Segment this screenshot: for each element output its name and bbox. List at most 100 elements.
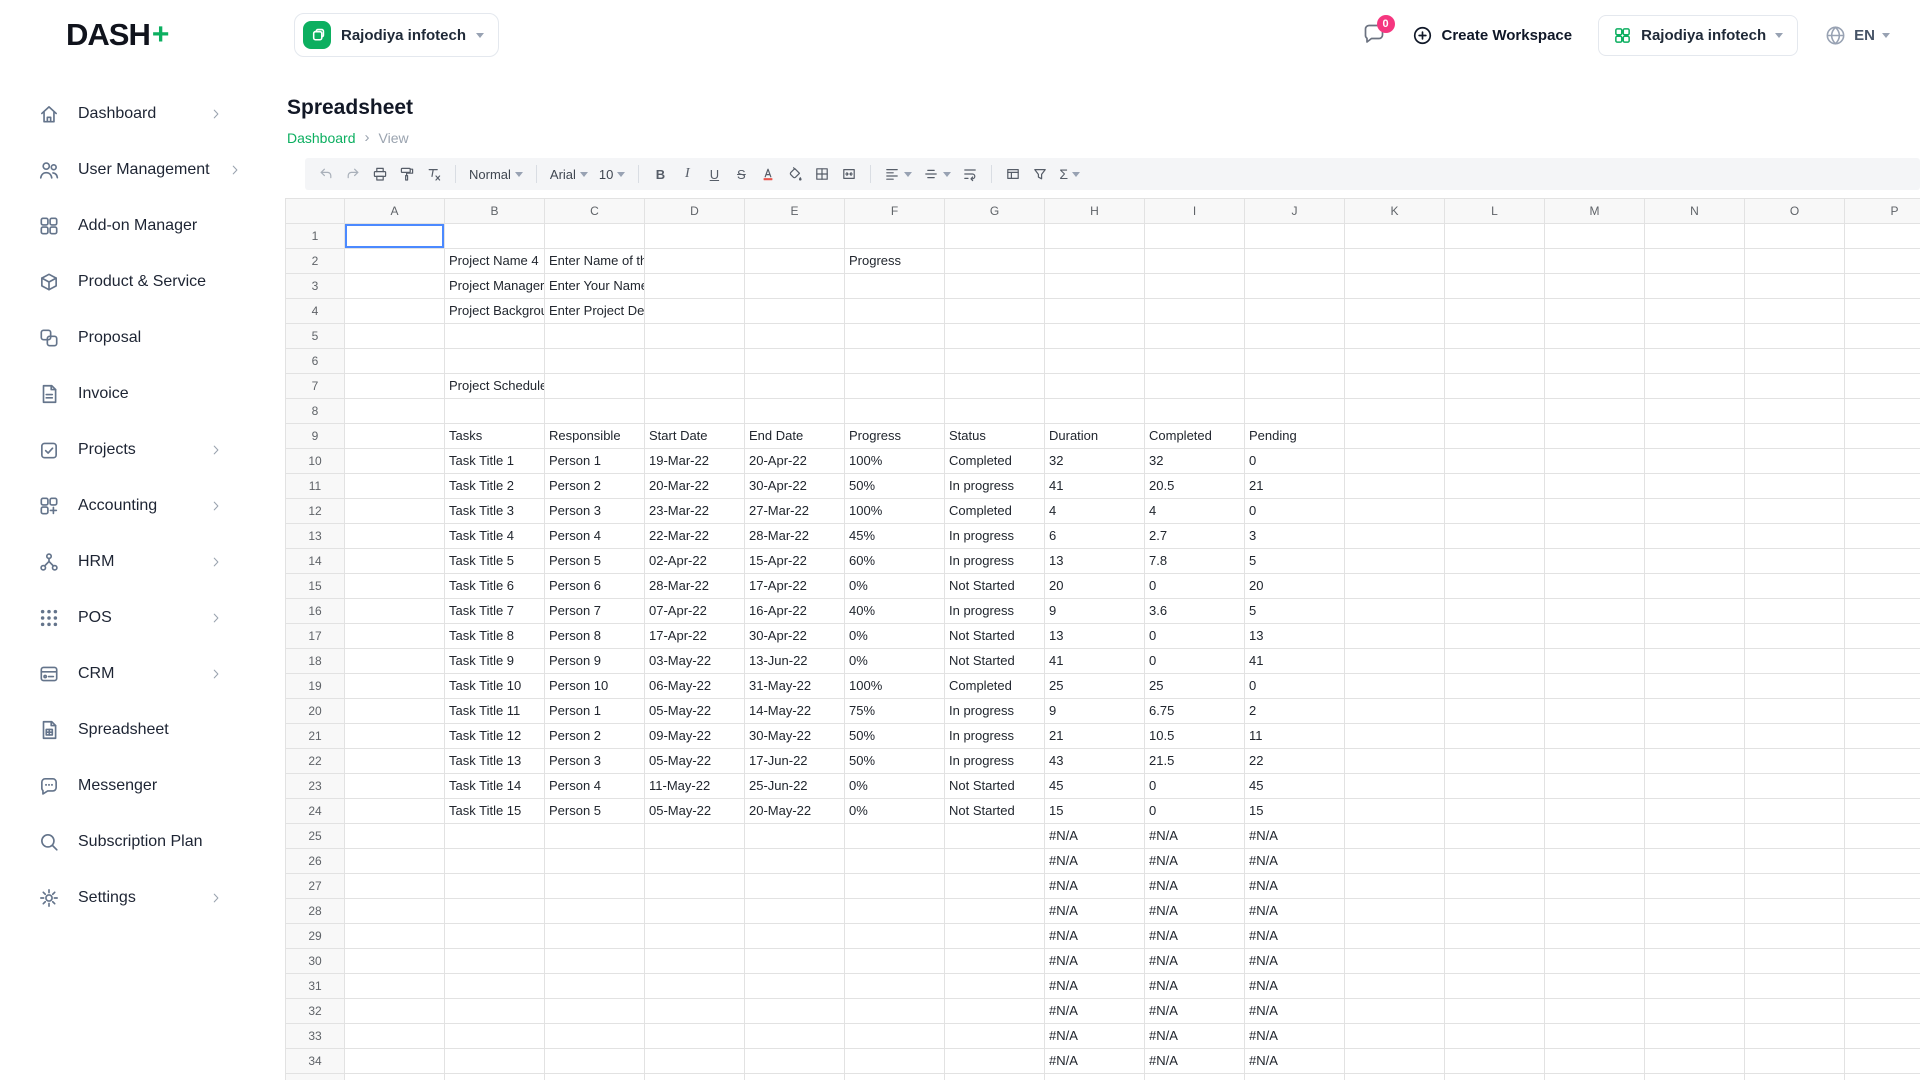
cell-E15[interactable]: 17-Apr-22 (745, 574, 845, 599)
row-header-22[interactable]: 22 (286, 749, 345, 774)
cell-L29[interactable] (1445, 924, 1545, 949)
sidebar-item-accounting[interactable]: Accounting (0, 478, 285, 534)
cell-G12[interactable]: Completed (945, 499, 1045, 524)
cell-G16[interactable]: In progress (945, 599, 1045, 624)
cell-E7[interactable] (745, 374, 845, 399)
cell-I6[interactable] (1145, 349, 1245, 374)
cell-G29[interactable] (945, 924, 1045, 949)
row-header-34[interactable]: 34 (286, 1049, 345, 1074)
cell-O16[interactable] (1745, 599, 1845, 624)
cell-P13[interactable] (1845, 524, 1920, 549)
row-header-17[interactable]: 17 (286, 624, 345, 649)
cell-K30[interactable] (1345, 949, 1445, 974)
cell-C5[interactable] (545, 324, 645, 349)
cell-C34[interactable] (545, 1049, 645, 1074)
cell-B29[interactable] (445, 924, 545, 949)
cell-L20[interactable] (1445, 699, 1545, 724)
row-header-31[interactable]: 31 (286, 974, 345, 999)
cell-B9[interactable]: Tasks (445, 424, 545, 449)
cell-E28[interactable] (745, 899, 845, 924)
cell-E13[interactable]: 28-Mar-22 (745, 524, 845, 549)
row-header-11[interactable]: 11 (286, 474, 345, 499)
cell-D26[interactable] (645, 849, 745, 874)
cell-D30[interactable] (645, 949, 745, 974)
cell-N3[interactable] (1645, 274, 1745, 299)
cell-N4[interactable] (1645, 299, 1745, 324)
cell-I31[interactable]: #N/A (1145, 974, 1245, 999)
cell-E11[interactable]: 30-Apr-22 (745, 474, 845, 499)
cell-O31[interactable] (1745, 974, 1845, 999)
cell-P33[interactable] (1845, 1024, 1920, 1049)
cell-G32[interactable] (945, 999, 1045, 1024)
sidebar-item-dashboard[interactable]: Dashboard (0, 86, 285, 142)
cell-F22[interactable]: 50% (845, 749, 945, 774)
cell-H1[interactable] (1045, 224, 1145, 249)
cell-E6[interactable] (745, 349, 845, 374)
cell-M13[interactable] (1545, 524, 1645, 549)
cell-A5[interactable] (345, 324, 445, 349)
row-header-7[interactable]: 7 (286, 374, 345, 399)
cell-G33[interactable] (945, 1024, 1045, 1049)
cell-G9[interactable]: Status (945, 424, 1045, 449)
cell-C24[interactable]: Person 5 (545, 799, 645, 824)
row-header-10[interactable]: 10 (286, 449, 345, 474)
cell-C30[interactable] (545, 949, 645, 974)
cell-H9[interactable]: Duration (1045, 424, 1145, 449)
cell-O18[interactable] (1745, 649, 1845, 674)
cell-N27[interactable] (1645, 874, 1745, 899)
cell-K8[interactable] (1345, 399, 1445, 424)
cell-F7[interactable] (845, 374, 945, 399)
cell-A9[interactable] (345, 424, 445, 449)
row-header-6[interactable]: 6 (286, 349, 345, 374)
row-header-19[interactable]: 19 (286, 674, 345, 699)
cell-E30[interactable] (745, 949, 845, 974)
cell-K6[interactable] (1345, 349, 1445, 374)
row-header-27[interactable]: 27 (286, 874, 345, 899)
fill-color-button[interactable] (782, 161, 808, 187)
sidebar-item-spreadsheet[interactable]: Spreadsheet (0, 702, 285, 758)
cell-F30[interactable] (845, 949, 945, 974)
cell-K27[interactable] (1345, 874, 1445, 899)
column-header-G[interactable]: G (945, 199, 1045, 224)
cell-K9[interactable] (1345, 424, 1445, 449)
bold-button[interactable]: B (647, 161, 673, 187)
cell-J32[interactable]: #N/A (1245, 999, 1345, 1024)
cell-A26[interactable] (345, 849, 445, 874)
cell-N1[interactable] (1645, 224, 1745, 249)
cell-D27[interactable] (645, 874, 745, 899)
cell-N10[interactable] (1645, 449, 1745, 474)
cell-K33[interactable] (1345, 1024, 1445, 1049)
cell-N16[interactable] (1645, 599, 1745, 624)
print-button[interactable] (367, 161, 393, 187)
cell-M34[interactable] (1545, 1049, 1645, 1074)
cell-O12[interactable] (1745, 499, 1845, 524)
cell-F27[interactable] (845, 874, 945, 899)
cell-H31[interactable]: #N/A (1045, 974, 1145, 999)
cell-P19[interactable] (1845, 674, 1920, 699)
cell-I34[interactable]: #N/A (1145, 1049, 1245, 1074)
underline-button[interactable]: U (701, 161, 727, 187)
cell-E12[interactable]: 27-Mar-22 (745, 499, 845, 524)
cell-B4[interactable]: Project Background: (445, 299, 545, 324)
cell-M4[interactable] (1545, 299, 1645, 324)
cell-K35[interactable] (1345, 1074, 1445, 1080)
cell-I32[interactable]: #N/A (1145, 999, 1245, 1024)
row-header-30[interactable]: 30 (286, 949, 345, 974)
functions-button[interactable]: Σ (1054, 161, 1085, 187)
cell-I8[interactable] (1145, 399, 1245, 424)
cell-H4[interactable] (1045, 299, 1145, 324)
cell-A7[interactable] (345, 374, 445, 399)
cell-I3[interactable] (1145, 274, 1245, 299)
cell-B22[interactable]: Task Title 13 (445, 749, 545, 774)
cell-N31[interactable] (1645, 974, 1745, 999)
cell-J6[interactable] (1245, 349, 1345, 374)
cell-G1[interactable] (945, 224, 1045, 249)
cell-N11[interactable] (1645, 474, 1745, 499)
cell-L13[interactable] (1445, 524, 1545, 549)
borders-button[interactable] (809, 161, 835, 187)
row-header-12[interactable]: 12 (286, 499, 345, 524)
row-header-14[interactable]: 14 (286, 549, 345, 574)
cell-O19[interactable] (1745, 674, 1845, 699)
cell-I21[interactable]: 10.5 (1145, 724, 1245, 749)
cell-O24[interactable] (1745, 799, 1845, 824)
